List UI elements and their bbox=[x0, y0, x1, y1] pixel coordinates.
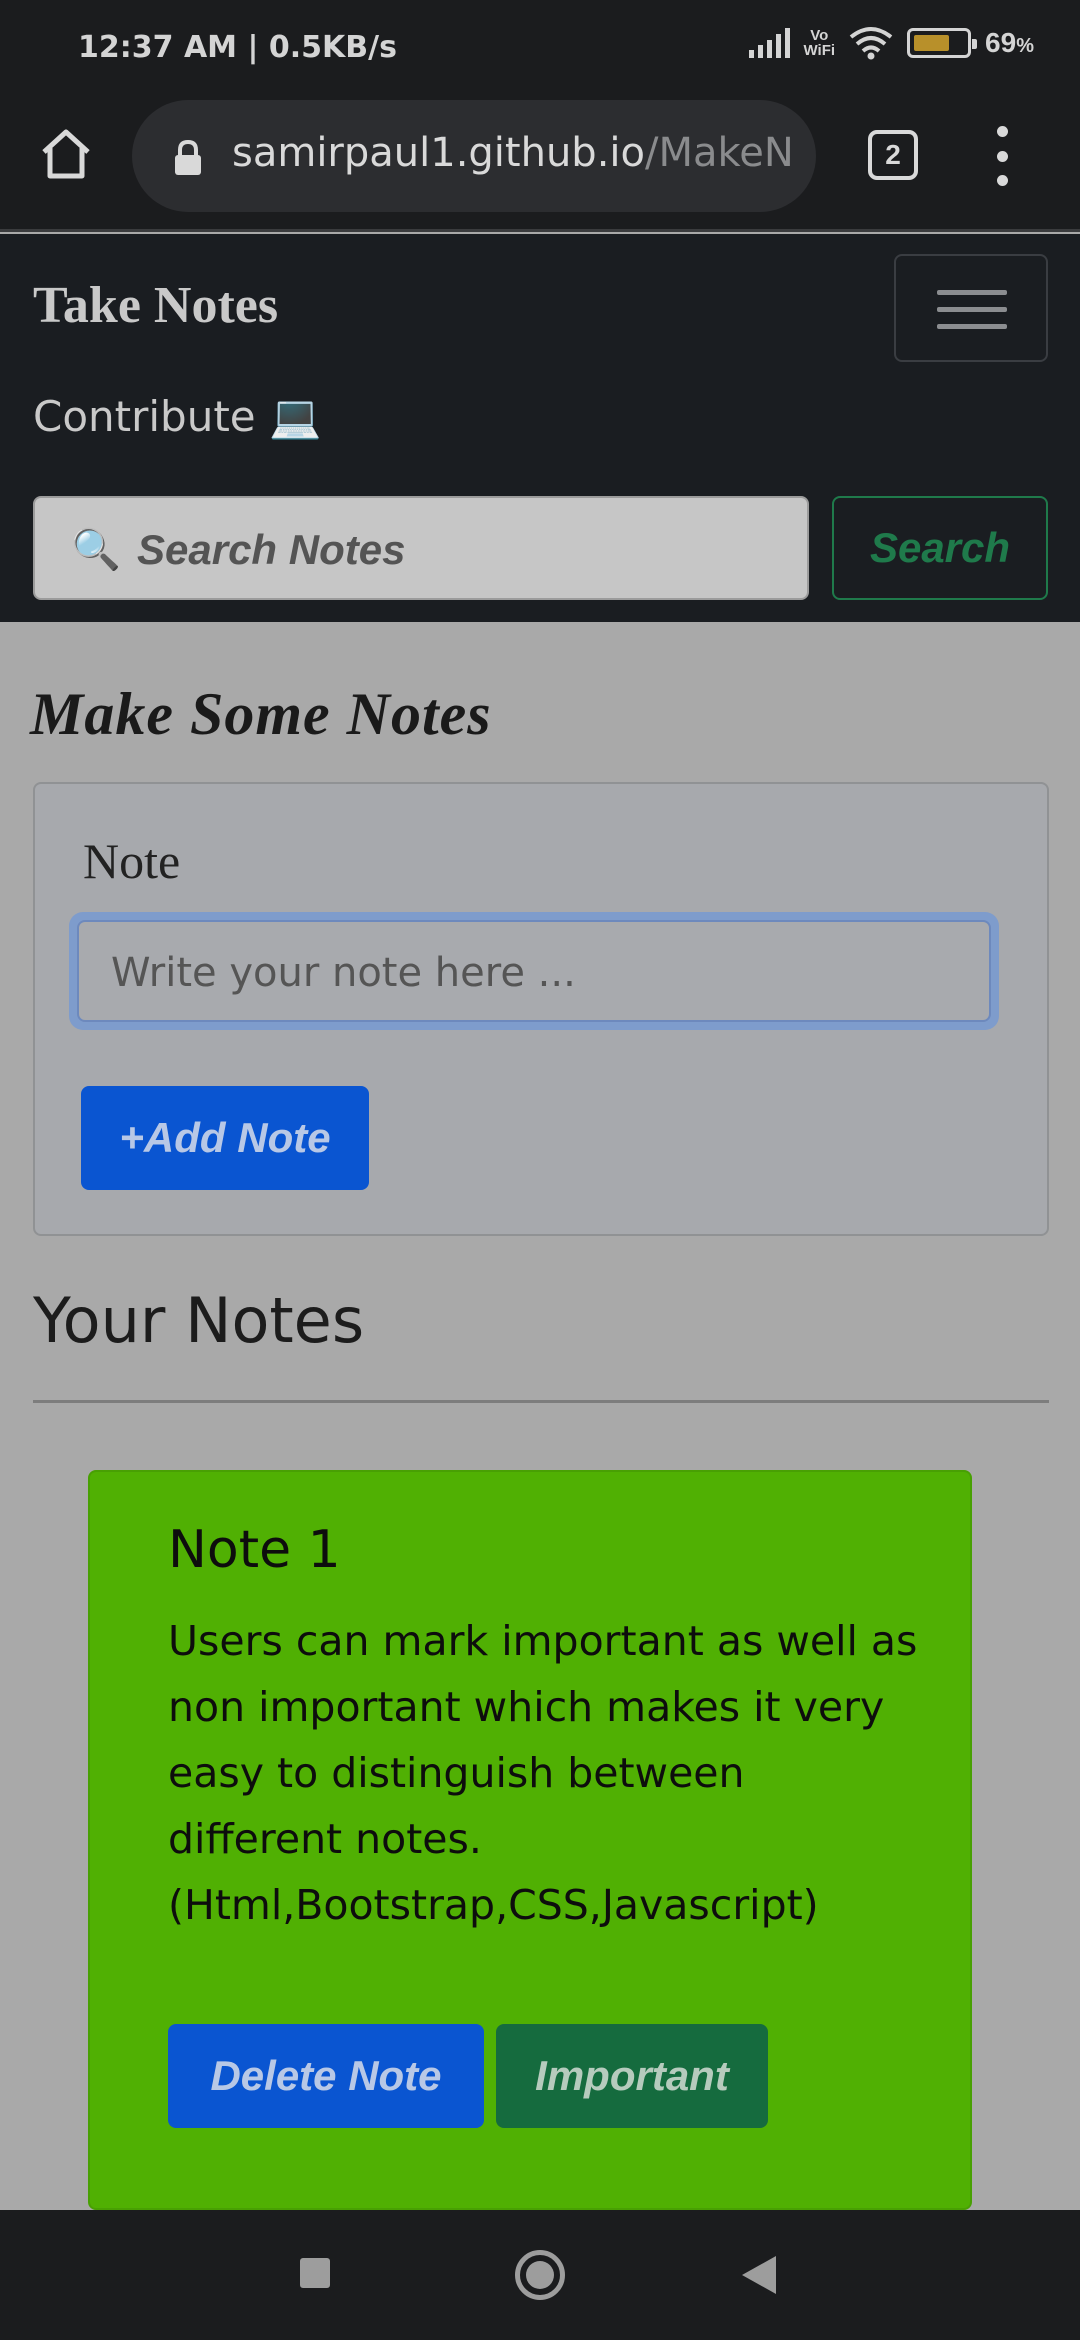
status-bar: 12:37 AM | 0.5KB/s Vo WiFi 69% bbox=[0, 0, 1080, 96]
search-icon: 🔍 bbox=[71, 528, 121, 572]
battery-icon bbox=[907, 28, 978, 58]
home-nav-icon[interactable] bbox=[515, 2250, 565, 2300]
status-icons: Vo WiFi 69% bbox=[748, 26, 1034, 60]
lock-icon bbox=[175, 140, 201, 175]
battery-percent: 69% bbox=[985, 27, 1034, 58]
your-notes-heading: Your Notes bbox=[33, 1284, 365, 1357]
search-button[interactable]: Search bbox=[832, 496, 1048, 600]
add-note-button[interactable]: +Add Note bbox=[81, 1086, 369, 1190]
note-title: Note 1 bbox=[168, 1520, 341, 1580]
battery-fill bbox=[914, 35, 949, 51]
signal-icon bbox=[748, 28, 790, 58]
more-menu-icon[interactable] bbox=[992, 126, 1012, 186]
delete-note-button[interactable]: Delete Note bbox=[168, 2024, 484, 2128]
url-text: samirpaul1.github.io/MakeN bbox=[232, 130, 794, 176]
search-input[interactable]: 🔍 Search Notes bbox=[33, 496, 809, 600]
status-time: 12:37 AM | 0.5KB/s bbox=[78, 30, 397, 65]
navbar-toggle-button[interactable] bbox=[894, 254, 1048, 362]
important-button[interactable]: Important bbox=[496, 2024, 768, 2128]
recents-icon[interactable] bbox=[300, 2258, 330, 2288]
back-icon[interactable] bbox=[742, 2256, 776, 2294]
page-heading: Make Some Notes bbox=[30, 681, 492, 747]
add-note-card: Note Write your note here ... +Add Note bbox=[33, 782, 1049, 1236]
wifi-icon bbox=[849, 27, 893, 60]
contribute-link[interactable]: Contribute 💻 bbox=[33, 392, 321, 442]
system-nav-bar bbox=[0, 2210, 1080, 2340]
site-navbar: Take Notes Contribute 💻 🔍 Search Notes S… bbox=[0, 234, 1080, 622]
note-input[interactable]: Write your note here ... bbox=[69, 912, 999, 1030]
brand-title[interactable]: Take Notes bbox=[33, 276, 278, 335]
vowifi-icon: Vo WiFi bbox=[803, 27, 836, 59]
browser-toolbar: samirpaul1.github.io/MakeN 2 bbox=[0, 96, 1080, 232]
note-card: Note 1 Users can mark important as well … bbox=[88, 1470, 972, 2210]
note-label: Note bbox=[83, 833, 181, 889]
note-input-field[interactable]: Write your note here ... bbox=[77, 920, 991, 1022]
divider bbox=[33, 1400, 1049, 1403]
search-placeholder: Search Notes bbox=[137, 526, 406, 573]
note-placeholder: Write your note here ... bbox=[111, 950, 576, 996]
address-bar[interactable]: samirpaul1.github.io/MakeN bbox=[132, 100, 816, 212]
home-icon[interactable] bbox=[38, 126, 94, 182]
note-text: Users can mark important as well as non … bbox=[168, 1617, 918, 1929]
tab-switcher-button[interactable]: 2 bbox=[868, 130, 918, 180]
